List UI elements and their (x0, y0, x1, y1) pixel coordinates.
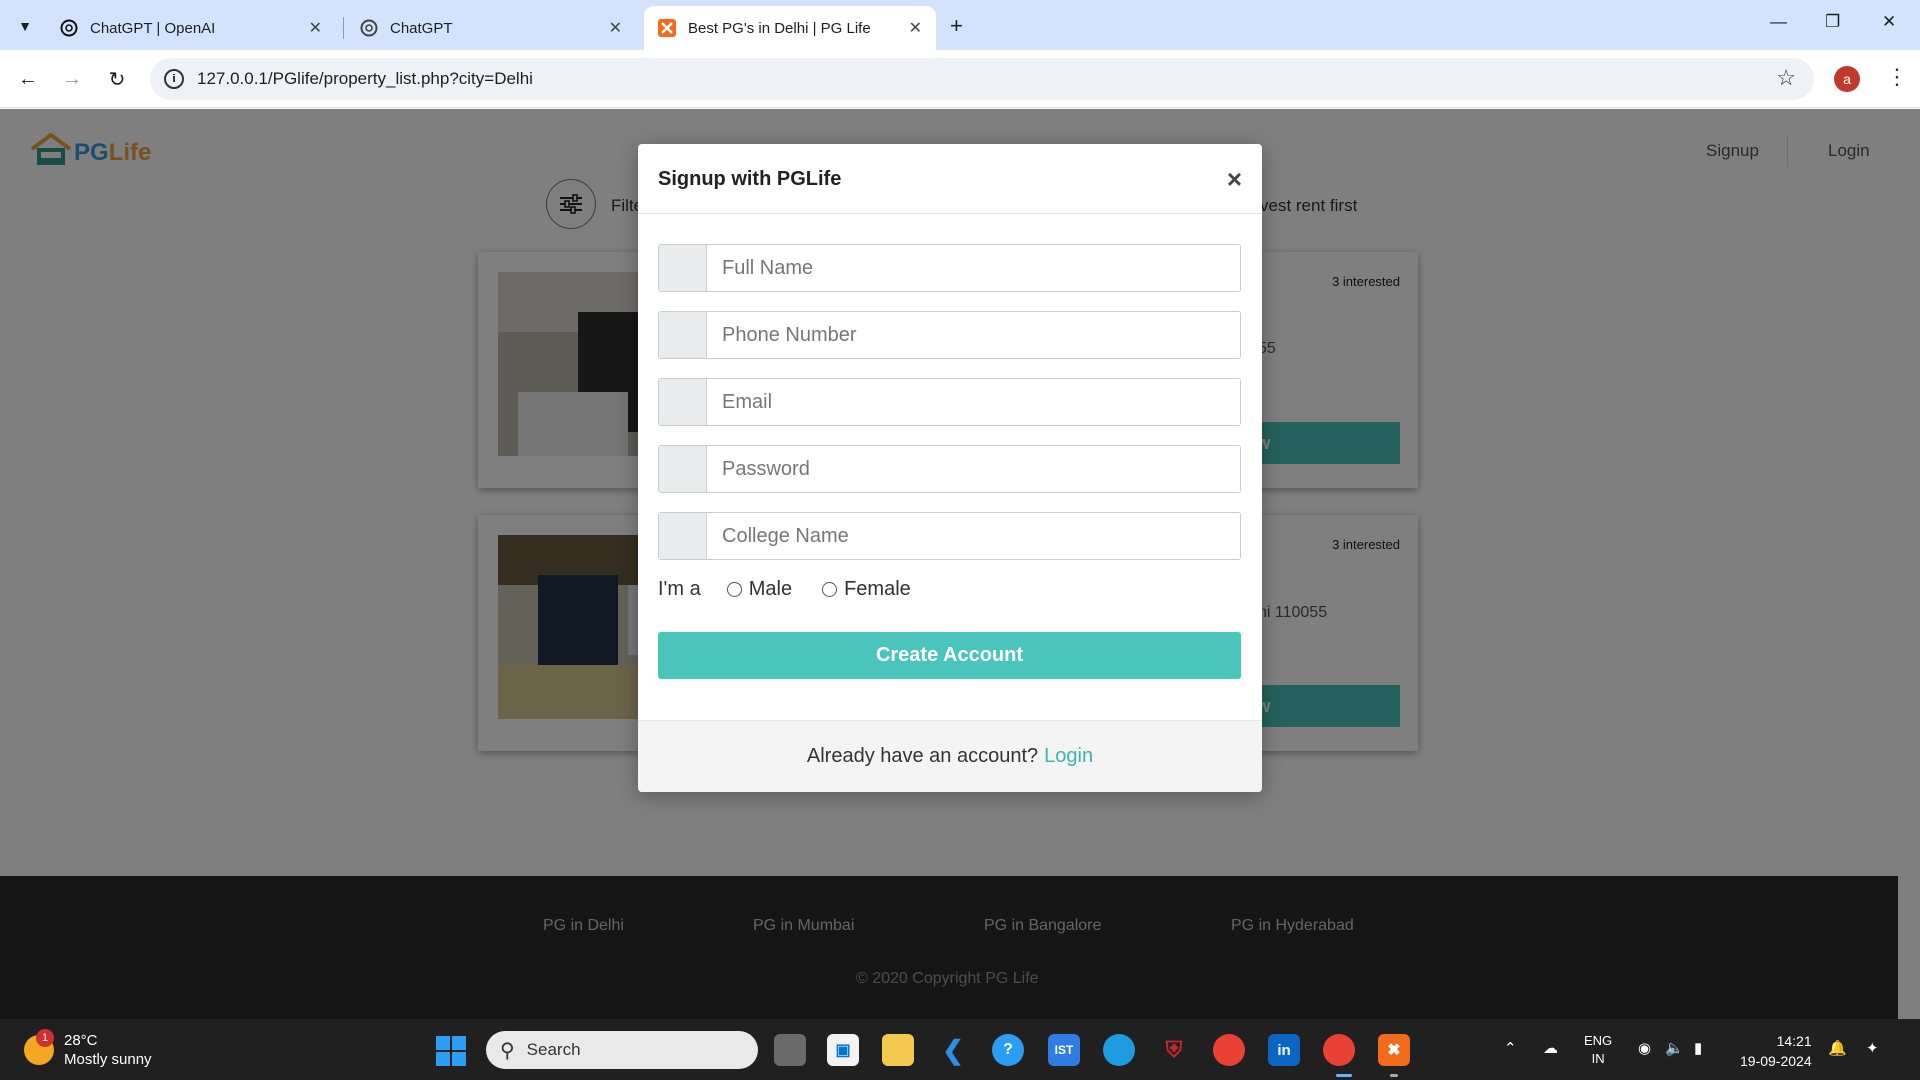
new-tab-button[interactable]: + (950, 13, 963, 39)
weather-desc: Mostly sunny (64, 1051, 152, 1068)
close-window-icon[interactable]: ✕ (1882, 12, 1896, 32)
create-account-button[interactable]: Create Account (658, 632, 1241, 679)
weather-widget[interactable]: 1 28°C Mostly sunny (24, 1029, 152, 1069)
reload-icon[interactable]: ↻ (103, 65, 131, 93)
browser-tab-bar: ▼ ChatGPT | OpenAI ✕ ChatGPT ✕ Best PG's… (0, 0, 1920, 50)
female-label[interactable]: Female (844, 578, 911, 601)
microsoft-store-icon[interactable]: ▣ (827, 1034, 859, 1066)
weather-temp: 28°C (64, 1032, 98, 1049)
taskbar-search-placeholder: Search (526, 1040, 581, 1059)
password-input[interactable] (707, 446, 1240, 492)
modal-footer: Already have an account? Login (638, 720, 1262, 792)
signup-modal: Signup with PGLife × I'm a Male (638, 144, 1262, 792)
network-icon[interactable]: ◉ (1638, 1039, 1651, 1057)
close-tab-icon[interactable]: ✕ (909, 18, 922, 38)
field-addon (659, 312, 707, 358)
xampp-icon[interactable]: ✖ (1378, 1034, 1410, 1066)
notification-bell-icon[interactable]: 🔔 (1828, 1039, 1847, 1057)
tray-chevron-icon[interactable]: ⌃ (1504, 1039, 1517, 1057)
weather-badge: 1 (36, 1029, 54, 1047)
field-addon (659, 513, 707, 559)
active-app-indicator (1336, 1074, 1352, 1077)
tab-title: Best PG's in Delhi | PG Life (688, 19, 871, 37)
onedrive-icon[interactable]: ☁ (1543, 1039, 1558, 1057)
close-tab-icon[interactable]: ✕ (309, 18, 322, 38)
sun-icon: 1 (24, 1029, 54, 1065)
close-icon[interactable]: × (1227, 164, 1242, 195)
copilot-icon[interactable]: ✦ (1866, 1039, 1879, 1057)
taskbar: 1 28°C Mostly sunny ⚲ Search ▣ ❮ ? IST ⛨… (0, 1019, 1920, 1080)
url-text[interactable]: 127.0.0.1/PGlife/property_list.php?city=… (197, 69, 533, 89)
search-icon: ⚲ (500, 1039, 515, 1062)
taskbar-search[interactable]: ⚲ Search (486, 1031, 758, 1069)
tab-title: ChatGPT (390, 19, 453, 37)
vscode-icon[interactable]: ❮ (937, 1034, 969, 1066)
bookmark-star-icon[interactable]: ☆ (1776, 65, 1796, 91)
help-icon[interactable]: ? (992, 1034, 1024, 1066)
battery-icon[interactable]: ▮ (1694, 1039, 1702, 1057)
linkedin-icon[interactable]: in (1268, 1034, 1300, 1066)
app-running-indicator (1390, 1074, 1398, 1077)
tab-chatgpt-openai[interactable]: ChatGPT | OpenAI ✕ (46, 6, 336, 50)
site-info-icon[interactable]: i (164, 69, 184, 89)
phone-input[interactable] (707, 312, 1240, 358)
tab-chatgpt[interactable]: ChatGPT ✕ (346, 6, 636, 50)
gender-option-female[interactable]: Female (822, 578, 911, 601)
tab-search-button[interactable]: ▼ (10, 11, 40, 41)
email-field (658, 378, 1241, 426)
clock-time: 14:21 (1776, 1033, 1812, 1049)
tab-pg-life[interactable]: Best PG's in Delhi | PG Life ✕ (644, 6, 936, 50)
chevron-down-icon: ▼ (18, 18, 32, 34)
college-field (658, 512, 1241, 560)
full-name-field (658, 244, 1241, 292)
windows-start-icon[interactable] (436, 1036, 466, 1066)
minimize-icon[interactable]: — (1770, 12, 1787, 32)
gender-group: I'm a Male Female (658, 578, 911, 601)
modal-login-link[interactable]: Login (1044, 745, 1093, 768)
forward-arrow-icon[interactable]: → (58, 65, 86, 93)
full-name-input[interactable] (707, 245, 1240, 291)
male-label[interactable]: Male (749, 578, 792, 601)
footer-prompt: Already have an account? (806, 745, 1039, 767)
language-indicator[interactable]: ENG IN (1584, 1032, 1612, 1068)
field-addon (659, 379, 707, 425)
modal-header: Signup with PGLife × (638, 144, 1262, 214)
phone-field (658, 311, 1241, 359)
profile-avatar[interactable]: a (1834, 66, 1860, 92)
modal-title: Signup with PGLife (658, 168, 842, 190)
volume-icon[interactable]: 🔈 (1665, 1039, 1684, 1057)
menu-kebab-icon[interactable]: ⋮ (1886, 64, 1908, 90)
openai-icon (360, 19, 378, 37)
chrome-profile-icon[interactable] (1323, 1034, 1355, 1066)
field-addon (659, 446, 707, 492)
college-input[interactable] (707, 513, 1240, 559)
task-view-icon[interactable] (774, 1034, 806, 1066)
email-input[interactable] (707, 379, 1240, 425)
male-radio[interactable] (726, 582, 742, 597)
address-bar[interactable]: i 127.0.0.1/PGlife/property_list.php?cit… (150, 58, 1814, 100)
gender-label: I'm a (658, 578, 701, 600)
tab-separator (343, 17, 344, 39)
web-page: PGLife Signup Login Filte vest rent firs… (0, 109, 1920, 1019)
field-addon (659, 245, 707, 291)
restore-icon[interactable]: ❐ (1825, 12, 1840, 32)
xampp-icon (658, 19, 676, 37)
tab-title: ChatGPT | OpenAI (90, 19, 216, 37)
gender-option-male[interactable]: Male (726, 578, 792, 601)
clock[interactable]: 14:21 19-09-2024 (1740, 1031, 1812, 1071)
mcafee-icon[interactable]: ⛨ (1158, 1034, 1190, 1066)
edge-icon[interactable] (1103, 1034, 1135, 1066)
back-arrow-icon[interactable]: ← (14, 65, 42, 93)
chrome-icon[interactable] (1213, 1034, 1245, 1066)
female-radio[interactable] (822, 582, 838, 597)
close-tab-icon[interactable]: ✕ (609, 18, 622, 38)
browser-toolbar: ← → ↻ i 127.0.0.1/PGlife/property_list.p… (0, 50, 1920, 108)
clock-date: 19-09-2024 (1740, 1053, 1812, 1069)
ist-app-icon[interactable]: IST (1048, 1034, 1080, 1066)
password-field (658, 445, 1241, 493)
file-explorer-icon[interactable] (882, 1034, 914, 1066)
openai-icon (60, 19, 78, 37)
